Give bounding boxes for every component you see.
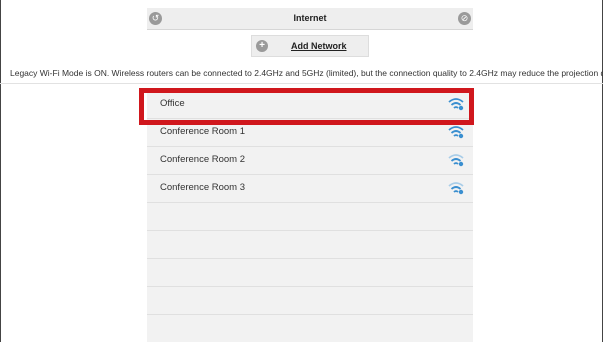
network-name: Office (160, 98, 185, 109)
network-row-conference-room-2[interactable]: Conference Room 2 (147, 147, 473, 175)
settings-icon[interactable]: ⊘ (458, 12, 471, 25)
network-row-office[interactable]: Office (147, 91, 473, 119)
add-network-label: Add Network (291, 41, 347, 51)
network-list: Office Conference Room 1 Conference Room… (147, 91, 473, 342)
empty-row (147, 203, 473, 231)
network-row-conference-room-3[interactable]: Conference Room 3 (147, 175, 473, 203)
add-network-button[interactable]: + Add Network (251, 35, 369, 57)
window-left-border (0, 0, 1, 342)
legacy-wifi-notice-text: Legacy Wi-Fi Mode is ON. Wireless router… (10, 68, 603, 78)
empty-row (147, 287, 473, 315)
legacy-wifi-notice: Legacy Wi-Fi Mode is ON. Wireless router… (0, 65, 603, 84)
wifi-strong-icon (448, 98, 464, 111)
empty-row (147, 259, 473, 287)
network-name: Conference Room 3 (160, 182, 246, 193)
network-row-conference-room-1[interactable]: Conference Room 1 (147, 119, 473, 147)
wifi-medium-icon (448, 182, 464, 195)
wifi-medium-icon (448, 154, 464, 167)
wifi-strong-icon (448, 126, 464, 139)
header-bar: ↺ Internet ⊘ (147, 8, 473, 30)
plus-icon: + (256, 40, 268, 52)
empty-row (147, 315, 473, 342)
empty-row (147, 231, 473, 259)
network-name: Conference Room 2 (160, 154, 246, 165)
page-title: Internet (293, 13, 327, 23)
network-name: Conference Room 1 (160, 126, 246, 137)
